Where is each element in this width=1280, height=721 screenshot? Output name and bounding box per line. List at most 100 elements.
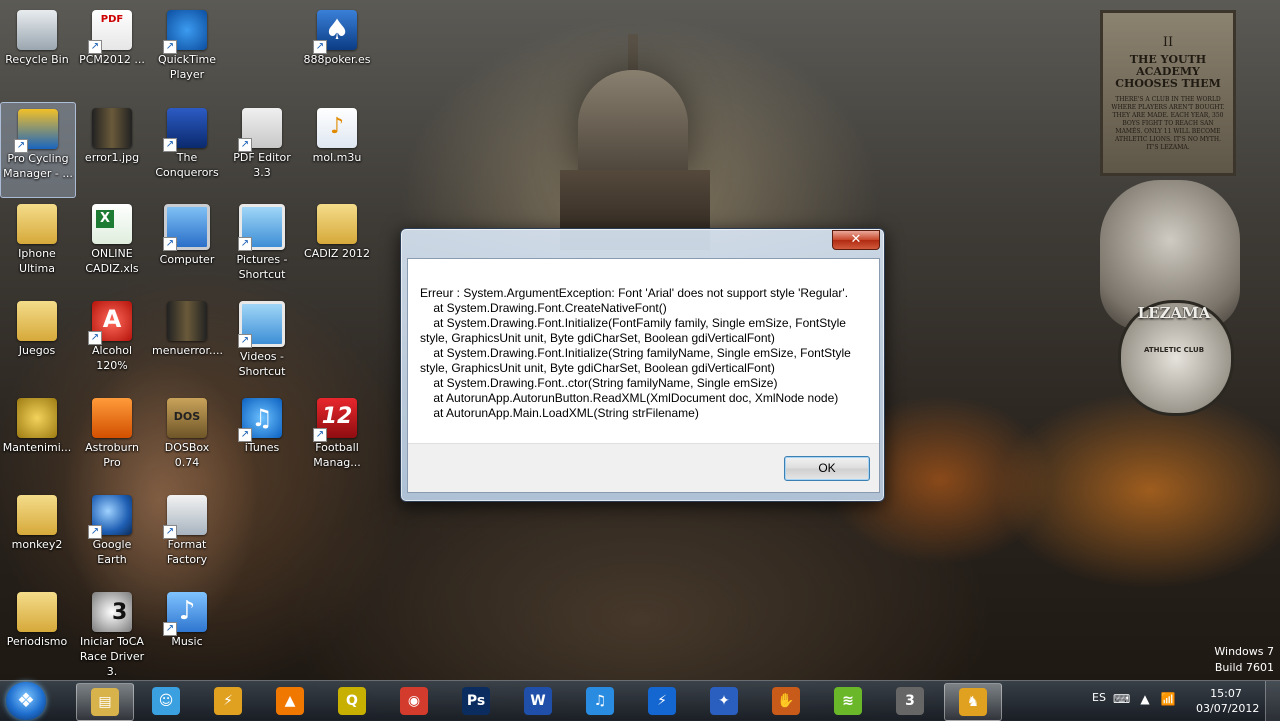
desktop-icon-error1[interactable]: error1.jpg [75, 102, 149, 196]
desktop-icon-mantenimiento[interactable]: Mantenimi... [0, 392, 74, 486]
desktop-icon-mol-m3u[interactable]: mol.m3u [300, 102, 374, 196]
desktop-icon-label: The Conquerors [155, 151, 219, 179]
taskbar-app-yellow-button[interactable]: Q [324, 683, 380, 719]
desktop-icon-label: Music [171, 635, 203, 648]
itunes-icon [238, 398, 282, 442]
desktop-icon-label: QuickTime Player [157, 53, 217, 81]
desktop-icon-label: Astroburn Pro [85, 441, 139, 469]
taskbar-vlc-button[interactable]: ▲ [262, 683, 318, 719]
taskbar-messenger-button[interactable]: ☺ [138, 683, 194, 719]
excel-icon [92, 204, 132, 244]
desktop-icon-monkey2[interactable]: monkey2 [0, 489, 74, 583]
app-yellow-icon: Q [338, 687, 366, 715]
desktop-icon-label: mol.m3u [312, 151, 362, 164]
dialog-body: Erreur : System.ArgumentException: Font … [407, 258, 880, 493]
alcohol-icon [88, 301, 132, 345]
taskbar-toca-button[interactable]: 3 [882, 683, 938, 719]
keyboard-icon[interactable]: ⌨ [1113, 691, 1130, 707]
desktop-icon-label: DOSBox 0.74 [164, 441, 210, 469]
astroburn-icon [92, 398, 132, 438]
desktop-icon-juegos[interactable]: Juegos [0, 295, 74, 389]
desktop-icon-format-factory[interactable]: Format Factory [150, 489, 224, 583]
desktop-icon-label: CADIZ 2012 [304, 247, 370, 260]
glove-app-icon: ✋ [772, 687, 800, 715]
desktop-icon-label: 888poker.es [303, 53, 371, 66]
desktop-icon-label: Juegos [18, 344, 56, 357]
desktop-icon-football-manager[interactable]: Football Manag... [300, 392, 374, 486]
clock-date: 03/07/2012 [1196, 702, 1260, 715]
taskbar-cycling-button[interactable]: ♞ [944, 683, 1002, 721]
clock-time: 15:07 [1210, 687, 1242, 700]
language-indicator[interactable]: ES [1092, 691, 1106, 704]
desktop-icon-dosbox[interactable]: DOSBox 0.74 [150, 392, 224, 486]
desktop-icon-google-earth[interactable]: Google Earth [75, 489, 149, 583]
pdf-icon [88, 10, 132, 54]
thunder-icon: ⚡ [648, 687, 676, 715]
desktop-icon-menuerror[interactable]: menuerror.... [150, 295, 224, 389]
messenger-icon: ☺ [152, 687, 180, 715]
desktop-icon-alcohol[interactable]: Alcohol 120% [75, 295, 149, 389]
photoshop-icon: Ps [462, 687, 490, 715]
explorer-icon: ▤ [91, 688, 119, 716]
network-signal-icon[interactable]: 📶 [1160, 691, 1176, 707]
desktop-icon-quicktime[interactable]: QuickTime Player [150, 4, 224, 98]
show-desktop-button[interactable] [1265, 681, 1280, 721]
wallpaper-crest-panel: II THE YOUTH ACADEMY CHOOSES THEM THERE'… [1100, 10, 1236, 176]
desktop-icon-videos[interactable]: Videos - Shortcut [225, 295, 299, 389]
desktop-icon-pro-cycling[interactable]: Pro Cycling Manager - ... [0, 102, 76, 198]
quicktime-icon [163, 10, 207, 54]
poker-icon [313, 10, 357, 54]
dialog-footer: OK [408, 443, 879, 492]
taskbar-chrome-button[interactable]: ◉ [386, 683, 442, 719]
desktop-icon-toca[interactable]: Iniciar ToCA Race Driver 3. [75, 586, 149, 680]
error-dialog: ✕ Erreur : System.ArgumentException: Fon… [400, 228, 885, 502]
desktop-icon-pictures[interactable]: Pictures - Shortcut [225, 198, 299, 292]
desktop-icon-recycle-bin[interactable]: Recycle Bin [0, 4, 74, 98]
desktop-icon-label: ONLINE CADIZ.xls [85, 247, 139, 275]
desktop-icon-888poker[interactable]: 888poker.es [300, 4, 374, 98]
music-icon [163, 592, 207, 636]
clock[interactable]: 15:07 03/07/2012 [1196, 686, 1260, 716]
desktop-icon-label: Google Earth [92, 538, 132, 566]
desktop-icon-periodismo[interactable]: Periodismo [0, 586, 74, 680]
desktop-icon-computer[interactable]: Computer [150, 198, 224, 292]
format-factory-icon [163, 495, 207, 539]
taskbar-photoshop-button[interactable]: Ps [448, 683, 504, 719]
taskbar-word-button[interactable]: W [510, 683, 566, 719]
toca-icon [92, 592, 132, 632]
taskbar-thunder-button[interactable]: ⚡ [634, 683, 690, 719]
cycling-icon [14, 109, 58, 153]
desktop-icon-online-cadiz[interactable]: ONLINE CADIZ.xls [75, 198, 149, 292]
show-hidden-icons-chevron-icon[interactable]: ▲ [1137, 691, 1153, 707]
desktop-icon-astroburn[interactable]: Astroburn Pro [75, 392, 149, 486]
taskbar-glove-app-button[interactable]: ✋ [758, 683, 814, 719]
desktop-icon-pdf-editor[interactable]: PDF Editor 3.3 [225, 102, 299, 196]
watermark-line1: Windows 7 [1214, 645, 1274, 658]
football-manager-icon [313, 398, 357, 442]
crest-roman: II [1162, 35, 1174, 50]
folder-icon [17, 204, 57, 244]
wallpaper-dome [578, 70, 688, 180]
desktop-icon-itunes[interactable]: iTunes [225, 392, 299, 486]
badge-text: LEZAMA [1137, 304, 1211, 322]
desktop-icon-cadiz-2012[interactable]: CADIZ 2012 [300, 198, 374, 292]
taskbar-bird-app-button[interactable]: ✦ [696, 683, 752, 719]
taskbar-media-tool-button[interactable]: ⚡ [200, 683, 256, 719]
ok-button[interactable]: OK [784, 456, 870, 481]
desktop-icon-label: iTunes [244, 441, 280, 454]
desktop-icon-label: PDF Editor 3.3 [233, 151, 291, 179]
desktop-icon-pcm2012[interactable]: PCM2012 ... [75, 4, 149, 98]
watermark-line2: Build 7601 [1214, 661, 1274, 674]
taskbar-spotify-button[interactable]: ≋ [820, 683, 876, 719]
bird-app-icon: ✦ [710, 687, 738, 715]
taskbar-explorer-button[interactable]: ▤ [76, 683, 134, 721]
desktop-icon-music[interactable]: Music [150, 586, 224, 680]
start-button[interactable] [6, 682, 46, 720]
desktop-icon-label: menuerror.... [152, 344, 224, 357]
taskbar-itunes-button[interactable]: ♫ [572, 683, 628, 719]
desktop-icon-iphone-ultima[interactable]: Iphone Ultima [0, 198, 74, 292]
desktop-icon-conquerors[interactable]: The Conquerors [150, 102, 224, 196]
computer-icon [163, 204, 210, 251]
desktop-icon-label: monkey2 [11, 538, 63, 551]
dialog-close-button[interactable]: ✕ [832, 230, 880, 250]
